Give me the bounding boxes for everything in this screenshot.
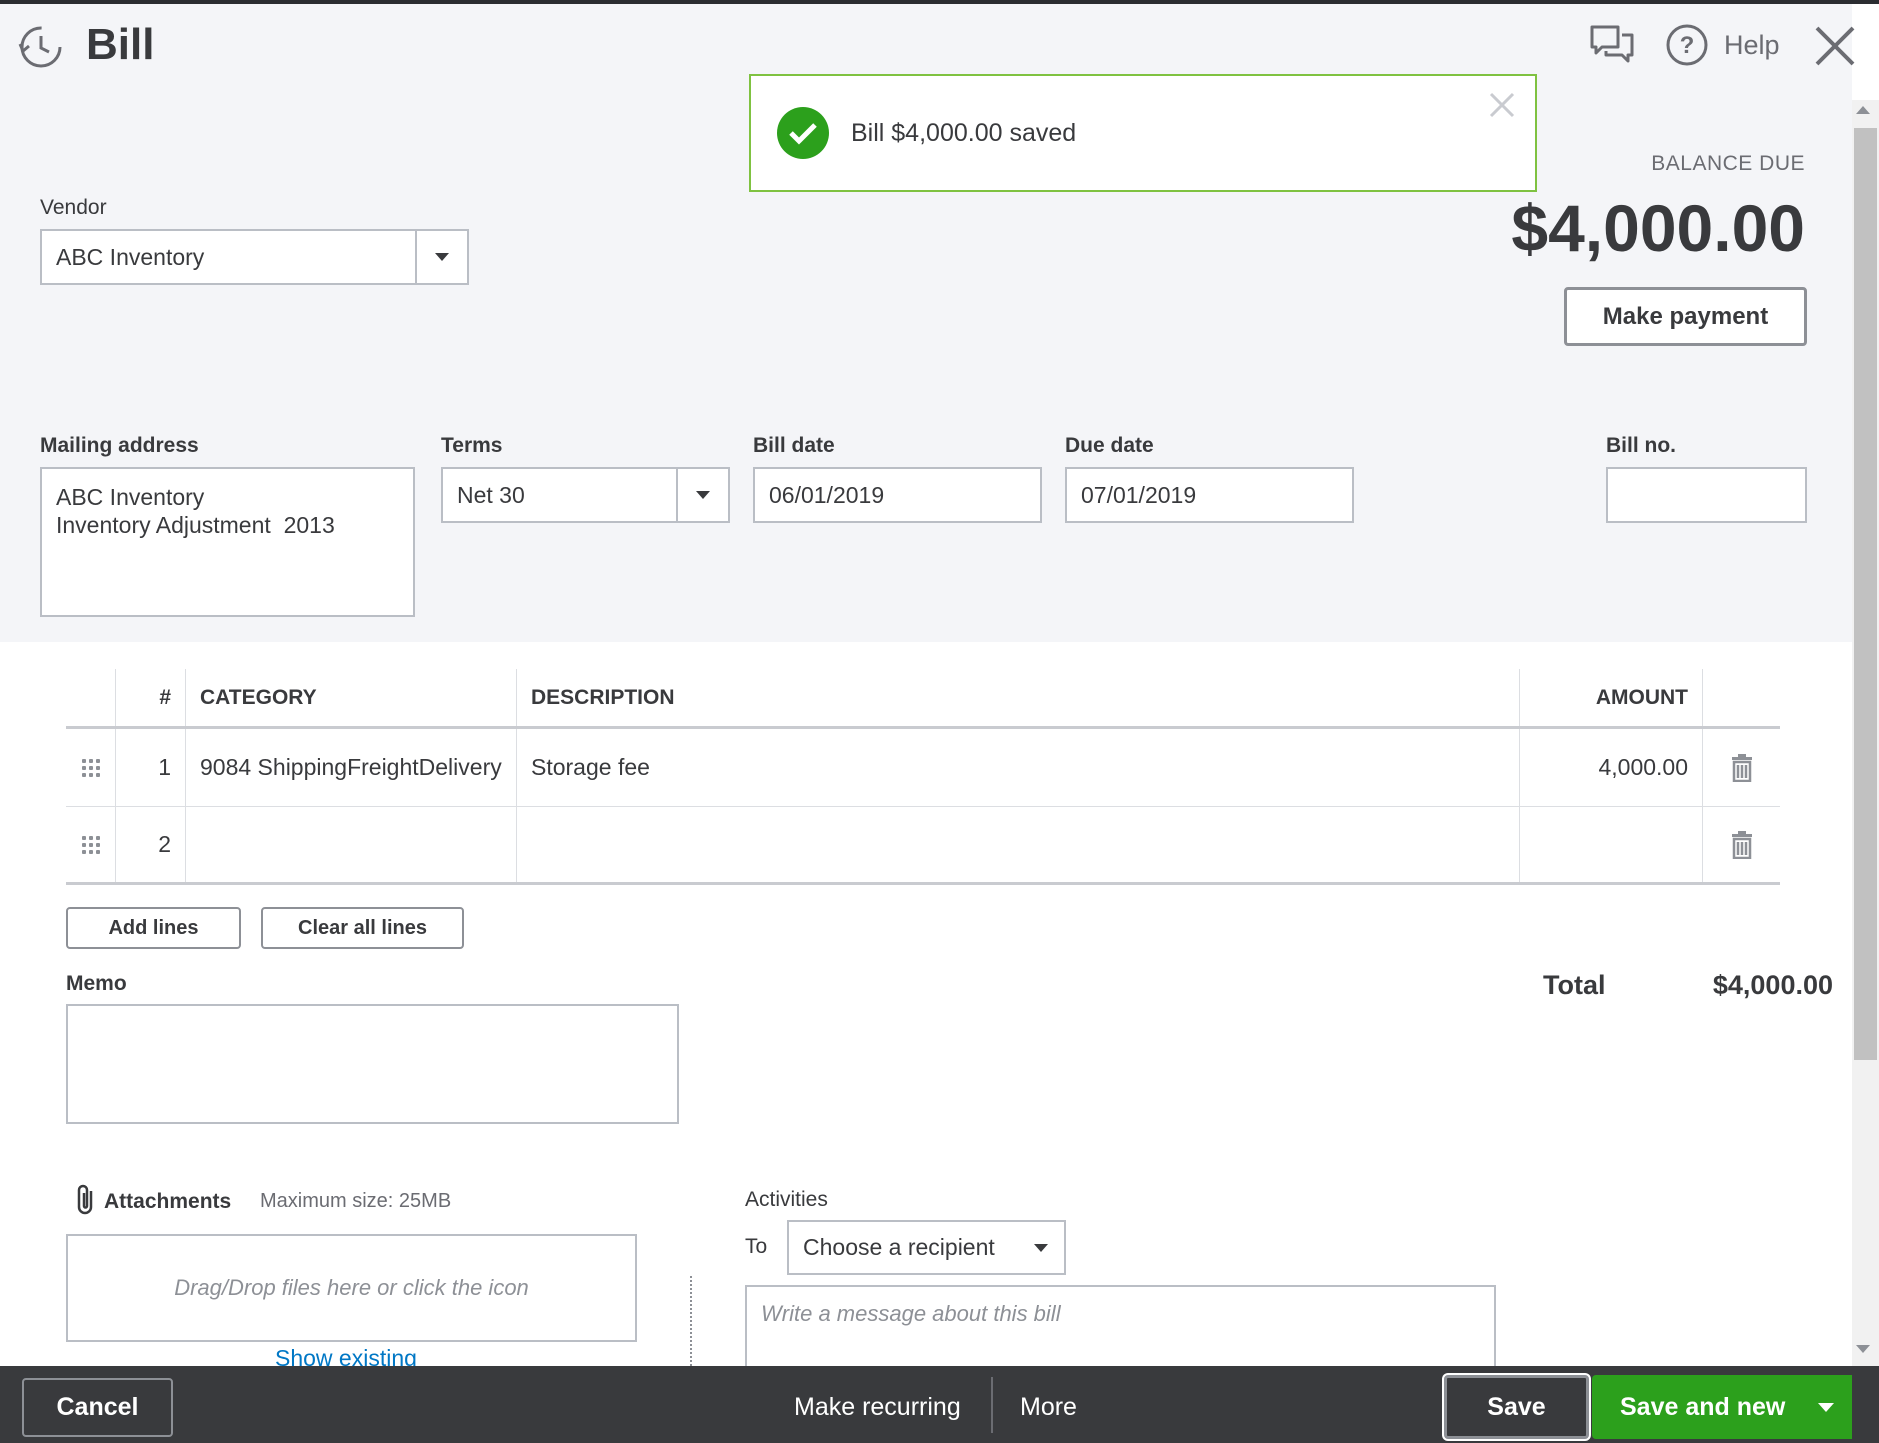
terms-select[interactable]: Net 30 (441, 467, 730, 523)
close-icon[interactable] (1812, 24, 1858, 68)
chevron-down-icon[interactable] (1800, 1375, 1852, 1439)
question-circle-icon[interactable]: ? (1665, 23, 1709, 67)
scroll-down-icon[interactable] (1856, 1345, 1870, 1353)
mailing-address-line2: Inventory Adjustment 2013 (56, 512, 335, 538)
header-category: CATEGORY (186, 669, 517, 726)
svg-text:?: ? (1680, 32, 1695, 59)
page-title: Bill (86, 20, 155, 69)
table-row[interactable]: 2 (66, 807, 1780, 885)
row-amount[interactable]: 4,000.00 (1520, 729, 1703, 806)
bill-date-label: Bill date (753, 434, 835, 457)
attachments-dropzone[interactable]: Drag/Drop files here or click the icon (66, 1234, 637, 1342)
row-category[interactable] (186, 807, 517, 882)
chevron-down-icon[interactable] (1034, 1244, 1048, 1252)
to-label: To (745, 1235, 768, 1258)
activity-message-input[interactable]: Write a message about this bill (745, 1285, 1496, 1375)
table-row[interactable]: 1 9084 ShippingFreightDelivery Storage f… (66, 729, 1780, 807)
attachments-label: Attachments (104, 1190, 232, 1213)
save-button[interactable]: Save (1444, 1375, 1589, 1439)
drag-handle-icon[interactable] (66, 729, 116, 806)
trash-icon[interactable] (1703, 729, 1780, 806)
memo-input[interactable] (66, 1004, 679, 1124)
recipient-value: Choose a recipient (803, 1234, 995, 1260)
vendor-value: ABC Inventory (56, 243, 205, 270)
drag-handle-icon[interactable] (66, 807, 116, 882)
row-description[interactable]: Storage fee (517, 729, 1520, 806)
balance-due-label: BALANCE DUE (1651, 152, 1805, 175)
due-date-input[interactable]: 07/01/2019 (1065, 467, 1354, 523)
balance-due-amount: $4,000.00 (1511, 191, 1805, 265)
header-description: DESCRIPTION (517, 669, 1520, 726)
vendor-label: Vendor (40, 196, 107, 219)
clear-all-lines-button[interactable]: Clear all lines (261, 907, 464, 949)
total-value: $4,000.00 (1712, 970, 1833, 1000)
bill-no-input[interactable] (1606, 467, 1807, 523)
section-divider (690, 1276, 692, 1366)
header-delete-cell (1703, 669, 1780, 726)
header-num: # (116, 669, 186, 726)
more-link[interactable]: More (1020, 1393, 1077, 1422)
category-table: # CATEGORY DESCRIPTION AMOUNT 1 9084 Shi… (66, 669, 1780, 885)
row-num: 1 (116, 729, 186, 806)
make-payment-button[interactable]: Make payment (1564, 287, 1807, 346)
mailing-address-label: Mailing address (40, 434, 199, 457)
make-recurring-link[interactable]: Make recurring (794, 1393, 961, 1422)
toast-message: Bill $4,000.00 saved (851, 118, 1077, 147)
recipient-select[interactable]: Choose a recipient (787, 1220, 1066, 1275)
scroll-up-icon[interactable] (1856, 106, 1870, 114)
attachments-max-size: Maximum size: 25MB (260, 1190, 452, 1212)
add-lines-button[interactable]: Add lines (66, 907, 241, 949)
chevron-down-icon[interactable] (415, 231, 467, 283)
bill-no-label: Bill no. (1606, 434, 1676, 457)
saved-toast: Bill $4,000.00 saved (749, 74, 1537, 192)
row-amount[interactable] (1520, 807, 1703, 882)
chevron-down-icon[interactable] (676, 469, 728, 521)
bill-date-input[interactable]: 06/01/2019 (753, 467, 1042, 523)
scrollbar-thumb[interactable] (1854, 128, 1877, 1060)
terms-value: Net 30 (457, 481, 525, 508)
due-date-label: Due date (1065, 434, 1154, 457)
row-description[interactable] (517, 807, 1520, 882)
check-circle-icon (777, 107, 829, 159)
row-num: 2 (116, 807, 186, 882)
total-label: Total (1543, 970, 1606, 1000)
memo-label: Memo (66, 972, 127, 995)
mailing-address-line1: ABC Inventory (56, 484, 205, 510)
trash-icon[interactable] (1703, 807, 1780, 882)
toast-close-icon[interactable] (1487, 90, 1517, 120)
table-header-row: # CATEGORY DESCRIPTION AMOUNT (66, 669, 1780, 729)
activities-label: Activities (745, 1188, 828, 1211)
header-handle-cell (66, 669, 116, 726)
cancel-button[interactable]: Cancel (22, 1378, 173, 1437)
header-amount: AMOUNT (1520, 669, 1703, 726)
footer-divider (991, 1377, 993, 1433)
paperclip-icon[interactable] (74, 1183, 98, 1217)
history-clock-icon[interactable] (18, 24, 64, 70)
vendor-select[interactable]: ABC Inventory (40, 229, 469, 285)
mailing-address-field[interactable]: ABC Inventory Inventory Adjustment 2013 (40, 467, 415, 617)
terms-label: Terms (441, 434, 503, 457)
help-link[interactable]: Help (1724, 30, 1780, 61)
row-category[interactable]: 9084 ShippingFreightDelivery (186, 729, 517, 806)
chat-bubbles-icon[interactable] (1588, 22, 1636, 68)
